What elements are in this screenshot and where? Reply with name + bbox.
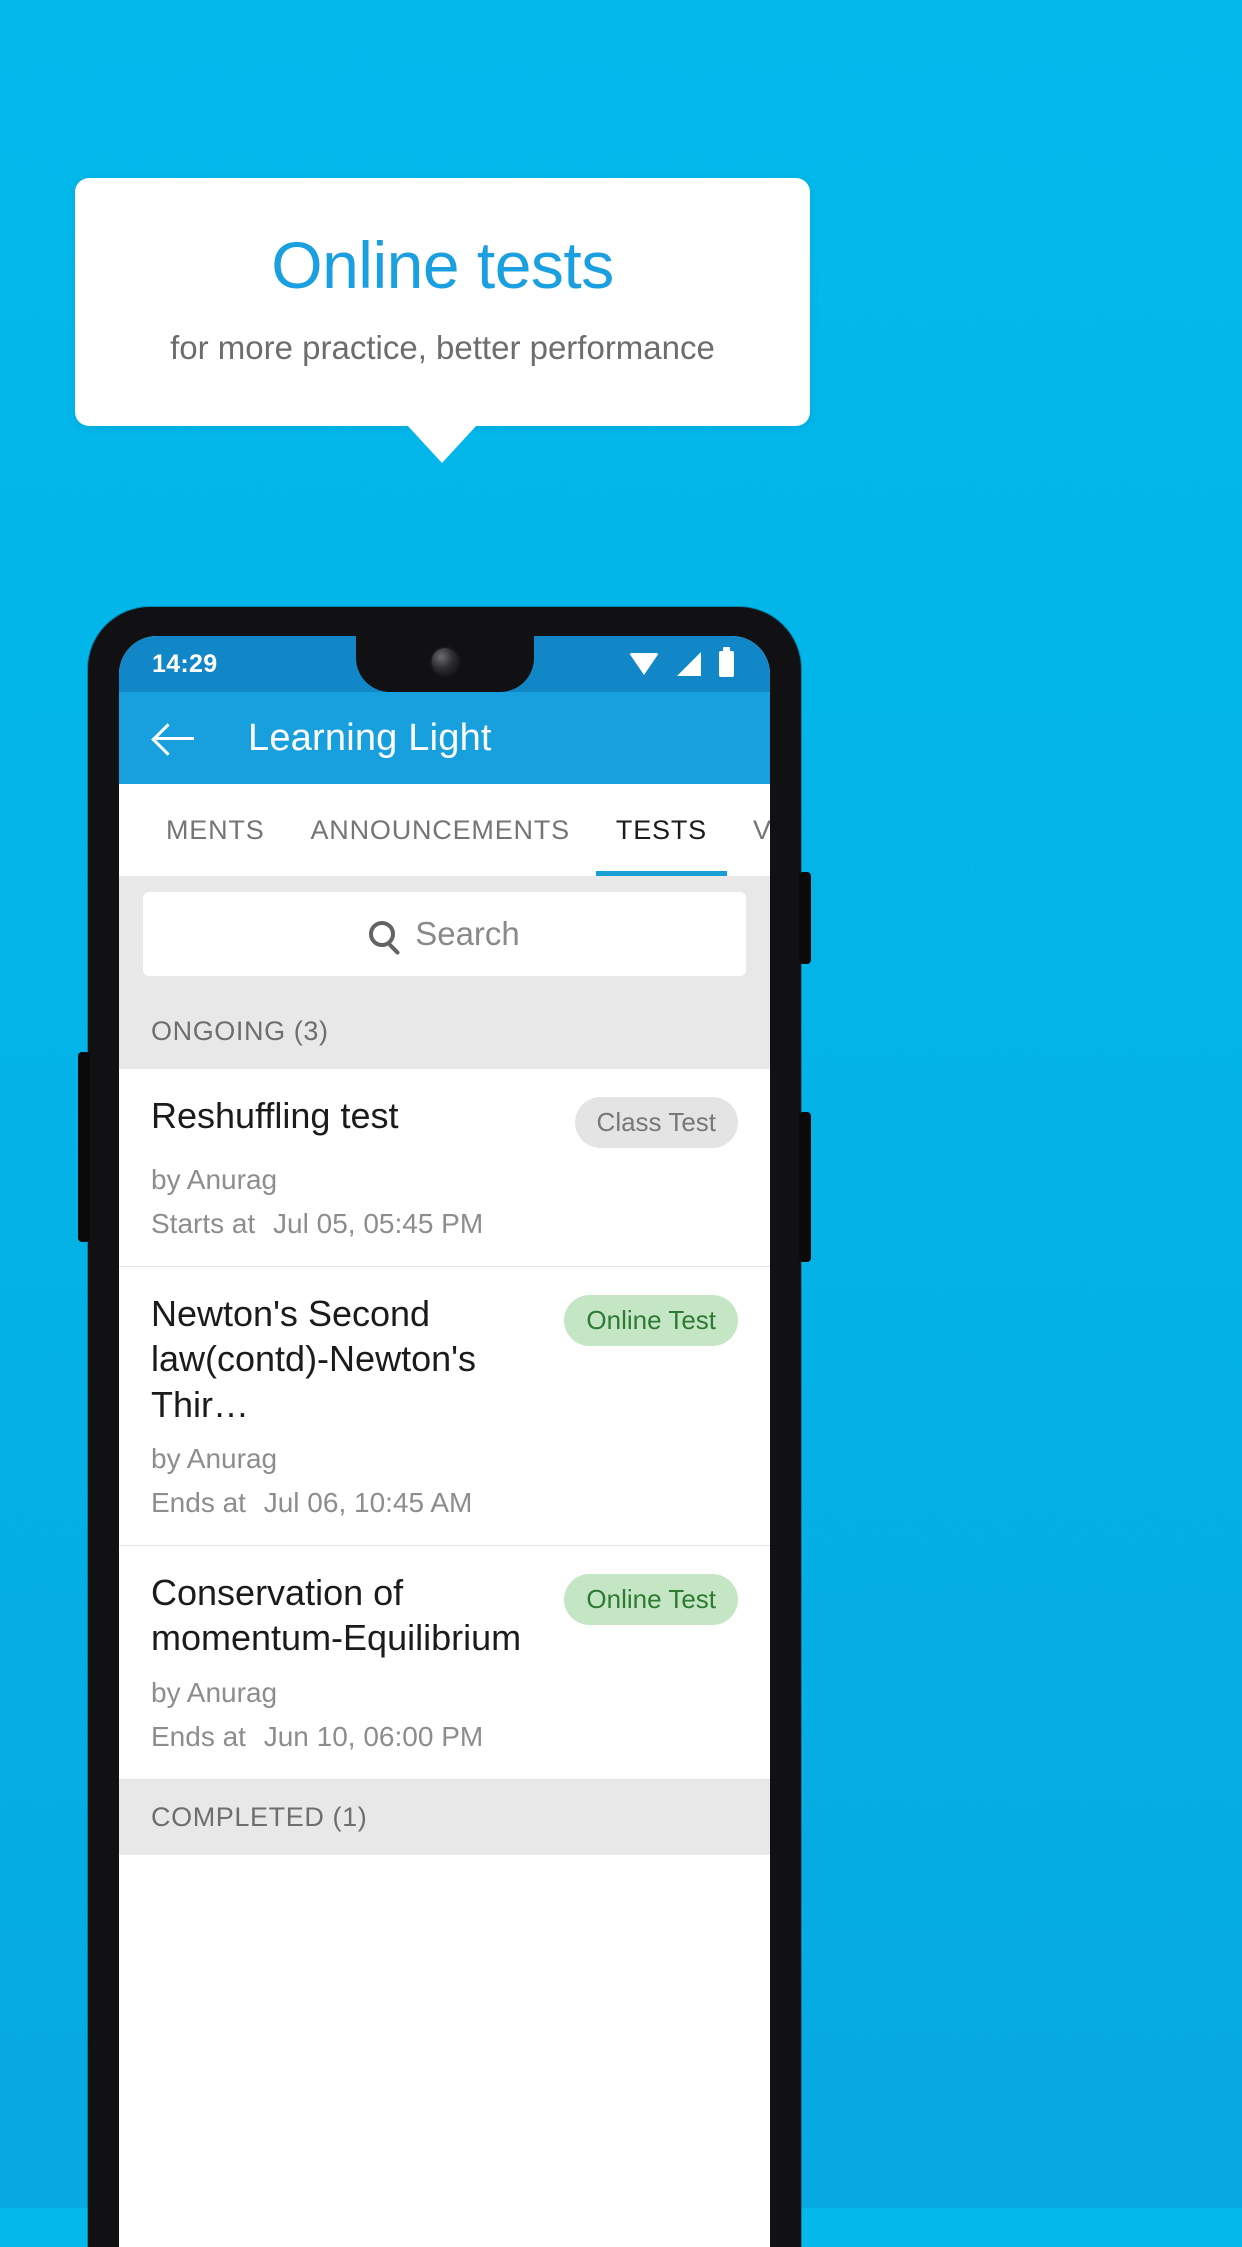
row-top: Reshuffling test Class Test [151, 1093, 738, 1148]
tab-bar: MENTS ANNOUNCEMENTS TESTS VIDEOS [119, 784, 770, 876]
table-row[interactable]: Reshuffling test Class Test by Anurag St… [119, 1069, 770, 1267]
search-input[interactable]: Search [143, 892, 746, 976]
app-bar: Learning Light [119, 692, 770, 784]
test-time-value: Jul 06, 10:45 AM [263, 1487, 473, 1519]
phone-assistant-button [78, 1052, 90, 1242]
test-time-value: Jul 05, 05:45 PM [273, 1208, 484, 1239]
test-time-label: Ends at [151, 1487, 246, 1519]
test-time-value: Jun 10, 06:00 PM [263, 1720, 484, 1752]
test-author: by Anurag [151, 1164, 278, 1195]
back-arrow-icon[interactable] [152, 715, 198, 761]
promo-callout-card: Online tests for more practice, better p… [75, 178, 810, 426]
test-title: Newton's Second law(contd)-Newton's Thir… [151, 1293, 476, 1425]
test-time: Starts at Jul 05, 05:45 PM [151, 1208, 738, 1240]
status-icons [629, 636, 734, 692]
phone-notch [355, 636, 534, 692]
status-time: 14:29 [152, 649, 218, 678]
search-icon [369, 921, 396, 947]
tab-assignments[interactable]: MENTS [143, 784, 288, 876]
table-row[interactable]: Conservation of momentum-Equilibrium Onl… [119, 1546, 770, 1780]
status-badge: Class Test [574, 1097, 738, 1148]
front-camera-icon [431, 648, 458, 675]
battery-icon [719, 647, 734, 677]
search-area: Search [119, 876, 770, 994]
phone-mockup: 14:29 Learning Light MENTS ANNOUNCEMENTS… [78, 607, 811, 2247]
page-title: Learning Light [248, 716, 492, 759]
test-author: by Anurag [151, 1676, 278, 1708]
phone-volume-button [799, 1112, 811, 1262]
section-header-ongoing: ONGOING (3) [119, 994, 770, 1069]
promo-subtitle: for more practice, better performance [170, 328, 715, 366]
row-top: Conservation of momentum-Equilibrium Onl… [151, 1570, 738, 1661]
test-time-label: Starts at [151, 1208, 256, 1239]
search-placeholder: Search [415, 915, 520, 952]
wifi-icon [629, 653, 659, 675]
signal-icon [677, 652, 701, 676]
phone-power-button [799, 872, 811, 964]
tab-videos[interactable]: VIDEOS [730, 784, 770, 876]
test-time: Ends at Jul 06, 10:45 AM [151, 1487, 738, 1519]
section-header-completed: COMPLETED (1) [119, 1779, 770, 1855]
status-badge: Online Test [564, 1574, 738, 1626]
test-time-label: Ends at [151, 1720, 246, 1752]
tab-tests[interactable]: TESTS [593, 784, 730, 876]
callout-pointer [407, 425, 477, 463]
table-row[interactable]: Newton's Second law(contd)-Newton's Thir… [119, 1267, 770, 1547]
test-title: Reshuffling test [151, 1095, 399, 1136]
phone-screen: 14:29 Learning Light MENTS ANNOUNCEMENTS… [119, 636, 770, 2247]
row-top: Newton's Second law(contd)-Newton's Thir… [151, 1291, 738, 1427]
test-title: Conservation of momentum-Equilibrium [151, 1572, 522, 1659]
promo-title: Online tests [271, 228, 614, 303]
test-time: Ends at Jun 10, 06:00 PM [151, 1721, 738, 1753]
test-author: by Anurag [151, 1443, 278, 1475]
tab-announcements[interactable]: ANNOUNCEMENTS [288, 784, 593, 876]
status-badge: Online Test [564, 1295, 738, 1346]
